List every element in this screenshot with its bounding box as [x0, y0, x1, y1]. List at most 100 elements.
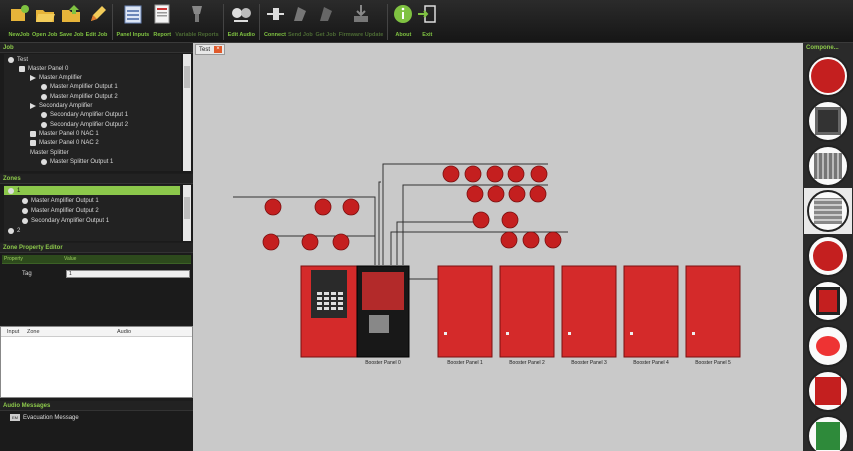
keypad-key[interactable]: [317, 302, 322, 305]
audio-message-item[interactable]: EM Evacuation Message: [10, 413, 79, 422]
keypad-key[interactable]: [331, 292, 336, 295]
about-button[interactable]: About: [392, 0, 414, 43]
wire[interactable]: [378, 181, 381, 265]
booster-panel-label[interactable]: Booster Panel 3: [571, 360, 607, 366]
keypad-key[interactable]: [317, 297, 322, 300]
booster-panel-led[interactable]: [630, 332, 633, 335]
keypad-key[interactable]: [317, 307, 322, 310]
panel-inputs-button[interactable]: Panel Inputs: [117, 0, 149, 43]
wire[interactable]: [390, 231, 568, 265]
keypad-key[interactable]: [338, 297, 343, 300]
booster-panel[interactable]: [623, 265, 679, 358]
speaker-grid-component[interactable]: [807, 145, 849, 187]
firmware-update-button[interactable]: Firmware Update: [339, 0, 383, 43]
keypad-key[interactable]: [324, 302, 329, 305]
job-tree-item[interactable]: Master Panel 0 NAC 1: [30, 129, 99, 138]
send-job-button[interactable]: Send Job: [288, 0, 313, 43]
keypad-key[interactable]: [324, 297, 329, 300]
notification-device[interactable]: [486, 165, 504, 183]
job-tree-scrollbar[interactable]: [183, 54, 191, 171]
notification-device[interactable]: [342, 198, 360, 216]
booster-panel-label[interactable]: Booster Panel 4: [633, 360, 669, 366]
keypad-key[interactable]: [331, 297, 336, 300]
transformer[interactable]: [369, 315, 389, 333]
circuit-board[interactable]: [362, 272, 404, 310]
zone-output-item[interactable]: Secondary Amplifier Output 1: [22, 216, 109, 225]
job-tree-item[interactable]: Secondary Amplifier Output 1: [41, 111, 128, 120]
report-button[interactable]: Report: [151, 0, 173, 43]
wiring-diagram[interactable]: Booster Panel 0 Booster Panel 1 Booster Pa…: [193, 57, 803, 449]
zones-tree[interactable]: 1 Master Amplifier Output 1 Master Amplifi…: [4, 185, 181, 241]
job-tree-item[interactable]: Master Amplifier Output 1: [41, 83, 118, 92]
notification-device[interactable]: [530, 165, 548, 183]
notification-device[interactable]: [464, 165, 482, 183]
notification-device[interactable]: [487, 185, 505, 203]
job-tree-item[interactable]: Test: [8, 55, 28, 64]
notification-device[interactable]: [442, 165, 460, 183]
zones-tree-scrollbar[interactable]: [183, 185, 191, 241]
design-canvas[interactable]: Test × Booster Panel 0 Booster Panel 1 Boo…: [193, 43, 803, 451]
job-tree-item[interactable]: Master Panel 0 NAC 2: [30, 139, 99, 148]
edit-audio-button[interactable]: Edit Audio: [228, 0, 255, 43]
notification-device[interactable]: [472, 211, 490, 229]
job-tree-item[interactable]: Master Panel 0: [19, 64, 68, 73]
notification-device[interactable]: [332, 233, 350, 251]
variable-reports-button[interactable]: Variable Reports: [175, 0, 219, 43]
booster-panel-led[interactable]: [692, 332, 695, 335]
speaker-box-component[interactable]: [807, 190, 849, 232]
job-tree-item[interactable]: Master Splitter Output 1: [41, 157, 113, 166]
keypad-key[interactable]: [324, 292, 329, 295]
booster-panel-led[interactable]: [444, 332, 447, 335]
keypad-key[interactable]: [338, 307, 343, 310]
wire[interactable]: [273, 235, 376, 265]
notification-device[interactable]: [500, 231, 518, 249]
save-job-button[interactable]: Save Job: [59, 0, 84, 43]
job-tree[interactable]: Test Master Panel 0 Master Amplifier Master…: [4, 54, 181, 171]
notification-device[interactable]: [501, 211, 519, 229]
newjob-button[interactable]: NewJob: [8, 0, 30, 43]
panel-component[interactable]: [807, 100, 849, 142]
notification-device[interactable]: [507, 165, 525, 183]
get-job-button[interactable]: Get Job: [315, 0, 337, 43]
notification-device[interactable]: [522, 231, 540, 249]
zone-item[interactable]: 2: [8, 226, 20, 235]
booster-panel-led[interactable]: [568, 332, 571, 335]
job-tree-item[interactable]: Secondary Amplifier Output 2: [41, 120, 128, 129]
keypad-key[interactable]: [324, 307, 329, 310]
booster-panel[interactable]: [685, 265, 741, 358]
booster-panel[interactable]: [499, 265, 555, 358]
booster-panel[interactable]: [437, 265, 493, 358]
module-component[interactable]: [807, 280, 849, 322]
wire[interactable]: [396, 221, 478, 265]
red-device-component[interactable]: [807, 235, 849, 277]
open-job-button[interactable]: Open Job: [32, 0, 57, 43]
notification-device[interactable]: [262, 233, 280, 251]
connect-button[interactable]: Connect: [264, 0, 286, 43]
notification-device[interactable]: [508, 185, 526, 203]
booster-panel-label[interactable]: Booster Panel 1: [447, 360, 483, 366]
document-tab[interactable]: Test ×: [195, 44, 226, 55]
booster-panel-led[interactable]: [506, 332, 509, 335]
booster-panel-label[interactable]: Booster Panel 2: [509, 360, 545, 366]
inputs-table[interactable]: Input Zone Audio: [0, 326, 193, 398]
notification-device[interactable]: [529, 185, 547, 203]
job-tree-item[interactable]: Master Amplifier Output 2: [41, 92, 118, 101]
notification-device[interactable]: [264, 198, 282, 216]
keypad-key[interactable]: [331, 302, 336, 305]
zone-output-item[interactable]: Master Amplifier Output 1: [22, 196, 99, 205]
job-tree-item[interactable]: Master Splitter: [30, 148, 69, 157]
tag-value-field[interactable]: 1: [66, 270, 190, 278]
notification-device[interactable]: [301, 233, 319, 251]
edit-job-button[interactable]: Edit Job: [86, 0, 108, 43]
red-panel-component[interactable]: [807, 370, 849, 412]
notification-device[interactable]: [466, 185, 484, 203]
keypad-key[interactable]: [331, 307, 336, 310]
exit-button[interactable]: Exit: [416, 0, 438, 43]
notification-device[interactable]: [314, 198, 332, 216]
booster-panel[interactable]: [561, 265, 617, 358]
keypad-key[interactable]: [317, 292, 322, 295]
notification-device[interactable]: [544, 231, 562, 249]
keypad-key[interactable]: [338, 302, 343, 305]
zone-output-item[interactable]: Master Amplifier Output 2: [22, 206, 99, 215]
keypad-key[interactable]: [338, 292, 343, 295]
